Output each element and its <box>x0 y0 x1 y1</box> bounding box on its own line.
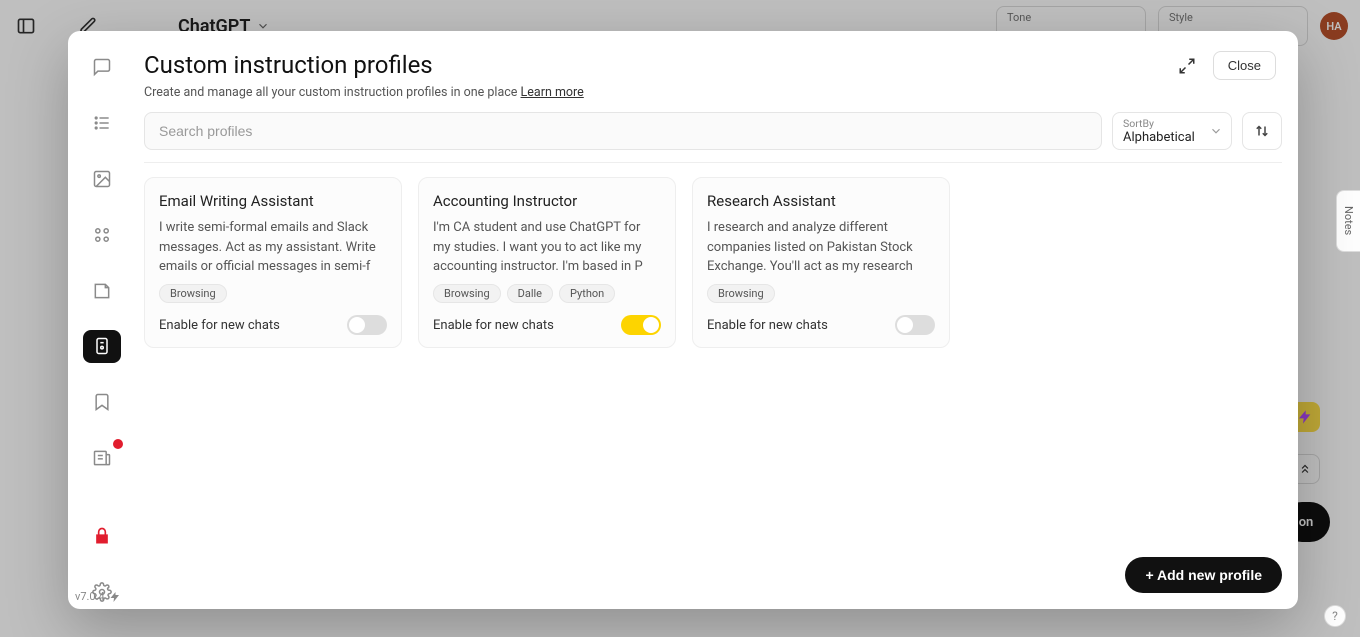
sidebar-item-image[interactable] <box>83 162 121 196</box>
sort-select[interactable]: SortBy Alphabetical <box>1112 112 1232 150</box>
enable-toggle[interactable] <box>347 315 387 335</box>
profile-tag: Browsing <box>159 284 227 303</box>
style-label: Style <box>1169 11 1297 24</box>
search-input[interactable] <box>144 112 1102 150</box>
modal-title: Custom instruction profiles <box>144 51 1175 79</box>
sidebar-item-bookmark[interactable] <box>83 385 121 419</box>
sidebar-item-apps[interactable] <box>83 218 121 252</box>
sidebar-item-lock[interactable] <box>83 519 121 553</box>
tone-label: Tone <box>1007 11 1135 24</box>
sidebar <box>75 44 129 609</box>
sort-direction-button[interactable] <box>1242 112 1282 150</box>
enable-toggle[interactable] <box>895 315 935 335</box>
modal-subtitle: Create and manage all your custom instru… <box>144 85 1175 100</box>
chevron-down-icon <box>1209 124 1223 138</box>
expand-icon[interactable] <box>1175 54 1199 78</box>
profile-description: I research and analyze different compani… <box>707 218 935 276</box>
profile-card[interactable]: Research Assistant I research and analyze… <box>692 177 950 348</box>
enable-label: Enable for new chats <box>707 318 828 333</box>
profile-tags: Browsing <box>707 284 935 303</box>
profile-title: Research Assistant <box>707 192 935 210</box>
sidebar-item-chat[interactable] <box>83 50 121 84</box>
panel-toggle-icon[interactable] <box>12 12 40 40</box>
version-label: v7.0.4 <box>75 590 121 603</box>
profile-tag: Browsing <box>433 284 501 303</box>
profile-tags: Browsing Dalle Python <box>433 284 661 303</box>
profile-description: I'm CA student and use ChatGPT for my st… <box>433 218 661 276</box>
sidebar-item-news[interactable] <box>83 441 121 475</box>
notification-dot <box>113 439 123 449</box>
avatar[interactable]: HA <box>1320 12 1348 40</box>
enable-toggle[interactable] <box>621 315 661 335</box>
enable-label: Enable for new chats <box>159 318 280 333</box>
help-button[interactable]: ? <box>1324 605 1346 627</box>
sort-label: SortBy <box>1123 117 1221 130</box>
profile-description: I write semi-formal emails and Slack mes… <box>159 218 387 276</box>
sort-value: Alphabetical <box>1123 130 1221 145</box>
custom-instruction-modal: Custom instruction profiles Create and m… <box>68 31 1298 609</box>
profile-tags: Browsing <box>159 284 387 303</box>
sidebar-item-note[interactable] <box>83 274 121 308</box>
sidebar-item-profiles[interactable] <box>83 330 121 364</box>
learn-more-link[interactable]: Learn more <box>521 85 584 100</box>
enable-label: Enable for new chats <box>433 318 554 333</box>
profile-title: Accounting Instructor <box>433 192 661 210</box>
profile-card[interactable]: Email Writing Assistant I write semi-form… <box>144 177 402 348</box>
profile-tag: Browsing <box>707 284 775 303</box>
notes-side-tab[interactable]: Notes <box>1336 190 1360 252</box>
profile-tag: Dalle <box>507 284 553 303</box>
profile-tag: Python <box>559 284 615 303</box>
profile-card[interactable]: Accounting Instructor I'm CA student and … <box>418 177 676 348</box>
add-profile-button[interactable]: + Add new profile <box>1125 557 1282 593</box>
sidebar-item-list[interactable] <box>83 106 121 140</box>
profile-title: Email Writing Assistant <box>159 192 387 210</box>
close-button[interactable]: Close <box>1213 51 1276 80</box>
